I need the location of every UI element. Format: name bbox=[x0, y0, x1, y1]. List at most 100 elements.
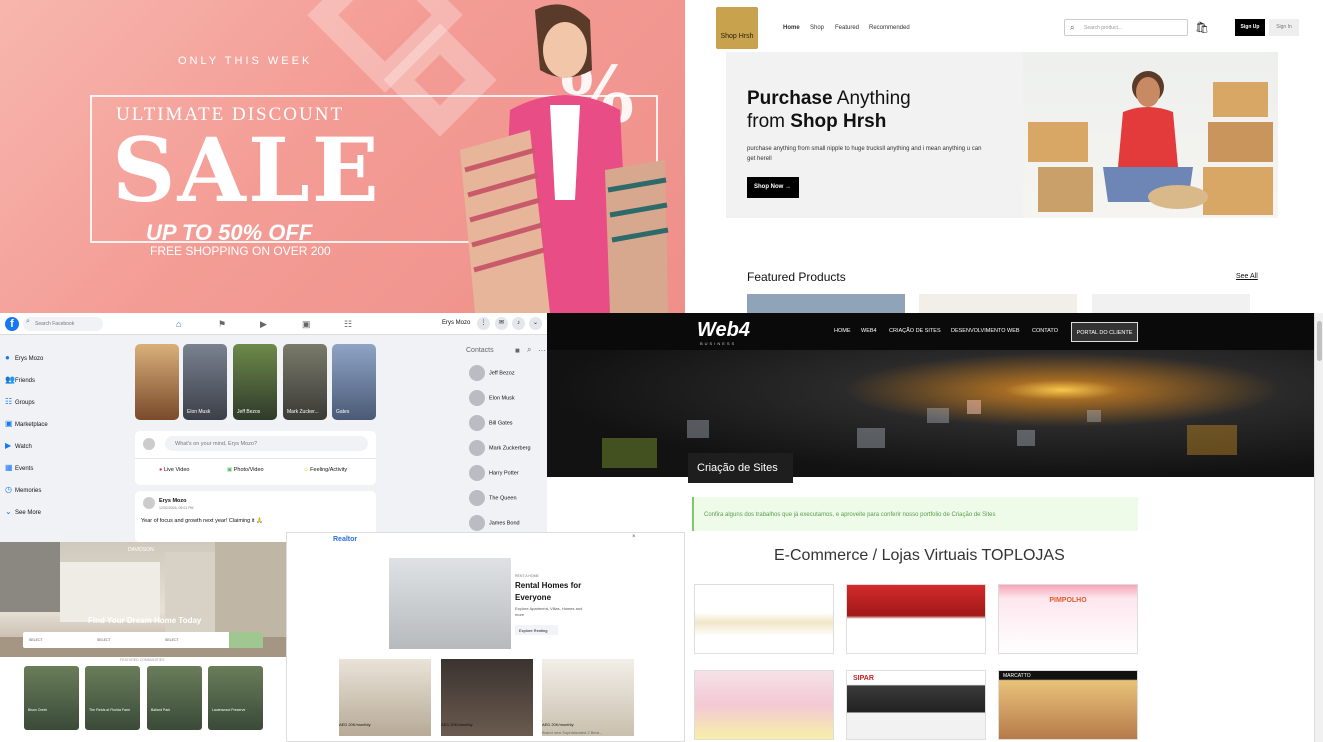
story-card[interactable]: Jeff Bezos bbox=[233, 344, 277, 420]
davidson-logo[interactable]: DAVIDSON bbox=[128, 547, 154, 553]
see-all-link[interactable]: See All bbox=[1236, 273, 1258, 280]
facebook-logo-icon[interactable]: f bbox=[5, 317, 19, 331]
form-select[interactable]: SELECT bbox=[97, 638, 111, 642]
flag-icon[interactable]: ⚑ bbox=[218, 319, 226, 330]
story-card[interactable]: Mark Zucker... bbox=[283, 344, 327, 420]
scrollbar[interactable] bbox=[1314, 313, 1323, 742]
sidebar-item-memories[interactable]: ◷ Memories bbox=[5, 485, 41, 494]
sidebar-item-friends[interactable]: 👥Friends bbox=[5, 375, 35, 384]
sidebar-item-profile[interactable]: ● Erys Mozo bbox=[5, 353, 43, 362]
sidebar-item-label: Erys Mozo bbox=[15, 356, 44, 362]
contact-item[interactable]: Jeff Bezoz bbox=[469, 365, 515, 381]
nav-home[interactable]: HOME bbox=[834, 328, 851, 334]
nav-contato[interactable]: CONTATO bbox=[1032, 328, 1058, 334]
community-name: The Fields at Florida Farm bbox=[89, 708, 131, 712]
portfolio-notice: Confira alguns dos trabalhos que já exec… bbox=[692, 497, 1138, 531]
avatar-icon: ● bbox=[5, 353, 10, 362]
groups-icon[interactable]: ☷ bbox=[344, 319, 352, 330]
photo-video-button[interactable]: ▣ Photo/Video bbox=[227, 467, 264, 473]
nav-home[interactable]: Home bbox=[783, 25, 800, 31]
top-user-name[interactable]: Erys Mozo bbox=[442, 320, 470, 326]
portfolio-thumbnail[interactable]: PIMPOLHO bbox=[998, 584, 1138, 654]
messenger-icon[interactable]: ✉ bbox=[495, 317, 508, 330]
contact-item[interactable]: The Queen bbox=[469, 490, 517, 506]
composer-input[interactable]: What's on your mind, Erys Mozo? bbox=[165, 436, 368, 451]
scrollbar-thumb[interactable] bbox=[1317, 321, 1322, 361]
live-video-button[interactable]: ● Live Video bbox=[159, 467, 189, 473]
banner-tile bbox=[927, 408, 949, 423]
web4-logo[interactable]: Web4 bbox=[697, 319, 750, 342]
chevron-down-icon[interactable]: ⌄ bbox=[529, 317, 542, 330]
sign-up-button[interactable]: Sign Up bbox=[1235, 19, 1265, 36]
nav-shop[interactable]: Shop bbox=[810, 25, 824, 31]
video-icon[interactable]: ■ bbox=[515, 346, 520, 355]
nav-featured[interactable]: Featured bbox=[835, 25, 859, 31]
shop-logo[interactable]: Shop Hrsh bbox=[716, 7, 758, 49]
contact-item[interactable]: Harry Potter bbox=[469, 465, 519, 481]
shop-now-button[interactable]: Shop Now → bbox=[747, 177, 799, 198]
community-name: Lauterwood Preserve bbox=[212, 708, 246, 712]
portfolio-thumbnail[interactable] bbox=[694, 670, 834, 740]
contact-item[interactable]: James Bond bbox=[469, 515, 520, 531]
groups-icon: ☷ bbox=[5, 397, 13, 406]
portal-do-cliente-button[interactable]: PORTAL DO CLIENTE bbox=[1071, 322, 1138, 342]
realtor-logo[interactable]: Realtor bbox=[333, 536, 357, 543]
portfolio-thumbnail[interactable] bbox=[846, 584, 986, 654]
contact-name: Bill Gates bbox=[489, 420, 513, 427]
search-icon[interactable]: ⌕ bbox=[527, 345, 531, 355]
contact-item[interactable]: Bill Gates bbox=[469, 415, 513, 431]
avatar bbox=[469, 490, 485, 506]
sidebar-item-events[interactable]: ▦ Events bbox=[5, 463, 33, 472]
nav-desenvolvimento-web[interactable]: DESENVOLVIMENTO WEB bbox=[951, 328, 1020, 334]
form-select[interactable]: SELECT bbox=[29, 638, 43, 642]
sidebar-item-marketplace[interactable]: ▣ Marketplace bbox=[5, 419, 48, 428]
community-card[interactable]: The Fields at Florida Farm bbox=[85, 666, 140, 730]
search-input[interactable]: ⌕ Search product... bbox=[1064, 19, 1188, 36]
web4-navbar: Web4 BUSINESS HOME WEB4 CRIAÇÃO DE SITES… bbox=[547, 313, 1314, 350]
sidebar-item-see-more[interactable]: ⌄ See More bbox=[5, 507, 41, 516]
portfolio-thumbnail[interactable]: MARCATTO bbox=[998, 670, 1138, 740]
video-icon[interactable]: ▶ bbox=[260, 319, 267, 330]
home-icon[interactable]: ⌂ bbox=[176, 319, 181, 329]
community-card[interactable]: Ballard Park bbox=[147, 666, 202, 730]
story-card[interactable]: Elon Musk bbox=[183, 344, 227, 420]
bell-icon[interactable]: ♪ bbox=[512, 317, 525, 330]
nav-web4[interactable]: WEB4 bbox=[861, 328, 877, 334]
nav-criacao-de-sites[interactable]: CRIAÇÃO DE SITES bbox=[889, 328, 941, 334]
video-icon: ▶ bbox=[5, 441, 12, 450]
post-composer: What's on your mind, Erys Mozo? ● Live V… bbox=[135, 431, 376, 485]
product-card[interactable] bbox=[747, 294, 905, 313]
contact-item[interactable]: Elon Musk bbox=[469, 390, 515, 406]
search-button[interactable] bbox=[229, 632, 263, 648]
menu-icon[interactable]: ⋮ bbox=[477, 317, 490, 330]
sidebar-item-label: See More bbox=[15, 510, 42, 516]
hero-title-part: Purchase bbox=[747, 88, 833, 109]
shopping-bag-icon[interactable]: 🛍 bbox=[1195, 21, 1209, 34]
sidebar-item-label: Friends bbox=[15, 378, 36, 384]
nav-recommended[interactable]: Recommended bbox=[869, 25, 910, 31]
form-select[interactable]: SELECT bbox=[165, 638, 179, 642]
story-card[interactable] bbox=[135, 344, 179, 420]
explore-renting-button[interactable]: Explore Renting bbox=[515, 625, 558, 635]
product-card[interactable] bbox=[1092, 294, 1250, 313]
portfolio-thumbnail[interactable]: SIPAR bbox=[846, 670, 986, 740]
close-icon[interactable]: × bbox=[632, 534, 636, 540]
store-icon[interactable]: ▣ bbox=[302, 319, 311, 330]
product-card[interactable] bbox=[919, 294, 1077, 313]
sidebar-item-label: Memories bbox=[15, 488, 42, 494]
woman-with-bags-image bbox=[460, 4, 669, 313]
story-card[interactable]: Gates bbox=[332, 344, 376, 420]
post-author[interactable]: Erys Mozo bbox=[159, 498, 187, 504]
portfolio-thumbnail[interactable] bbox=[694, 584, 834, 654]
feeling-activity-button[interactable]: ☺ Feeling/Activity bbox=[303, 467, 347, 473]
smile-icon: ☺ bbox=[303, 467, 309, 473]
community-card[interactable]: Lauterwood Preserve bbox=[208, 666, 263, 730]
sidebar-item-watch[interactable]: ▶ Watch bbox=[5, 441, 32, 450]
more-icon[interactable]: … bbox=[538, 344, 546, 353]
sign-in-button[interactable]: Sign In bbox=[1269, 19, 1299, 36]
sidebar-item-groups[interactable]: ☷ Groups bbox=[5, 397, 35, 406]
listing-price: AED 20K/monthly bbox=[542, 722, 574, 727]
contact-item[interactable]: Mark Zuckerberg bbox=[469, 440, 531, 456]
search-input[interactable]: ⌕ Search Facebook bbox=[23, 317, 103, 331]
community-card[interactable]: Bison Creek bbox=[24, 666, 79, 730]
